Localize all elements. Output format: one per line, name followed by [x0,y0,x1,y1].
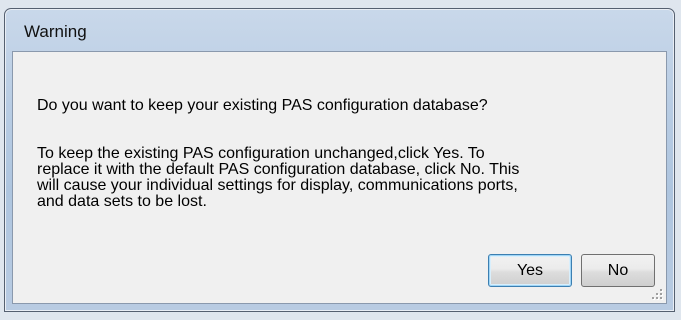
warning-dialog-window: Warning Do you want to keep your existin… [4,8,675,312]
message-line: replace it with the default PAS configur… [37,161,520,178]
message-body: To keep the existing PAS configuration u… [37,146,647,210]
message-line: will cause your individual settings for … [37,177,518,194]
title-bar[interactable]: Warning [5,9,674,51]
dialog-content: Do you want to keep your existing PAS co… [12,51,667,304]
question-text: Do you want to keep your existing PAS co… [37,97,488,114]
message-line: To keep the existing PAS configuration u… [37,145,485,162]
window-title: Warning [24,22,87,41]
no-button[interactable]: No [581,254,655,287]
message-line: and data sets to be lost. [37,193,207,210]
resize-grip-icon[interactable] [651,288,663,300]
yes-button[interactable]: Yes [488,254,572,287]
